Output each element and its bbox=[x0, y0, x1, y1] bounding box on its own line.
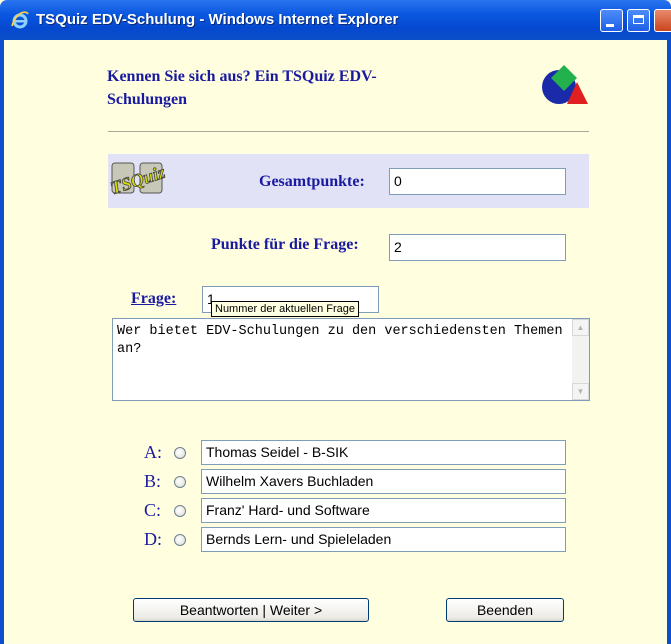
total-points-label: Gesamtpunkte: bbox=[259, 173, 365, 190]
answer-next-button[interactable]: Beantworten | Weiter > bbox=[133, 598, 369, 622]
answer-c-radio[interactable] bbox=[174, 505, 186, 517]
window-title: TSQuiz EDV-Schulung - Windows Internet E… bbox=[36, 11, 399, 28]
answer-d-letter: D: bbox=[144, 529, 162, 549]
answer-a-field[interactable]: Thomas Seidel - B-SIK bbox=[201, 440, 566, 465]
answer-c-field[interactable]: Franz' Hard- und Software bbox=[201, 498, 566, 523]
answer-c-letter: C: bbox=[144, 500, 162, 520]
title-bar[interactable]: TSQuiz EDV-Schulung - Windows Internet E… bbox=[0, 0, 671, 40]
answer-b-field[interactable]: Wilhelm Xavers Buchladen bbox=[201, 469, 566, 494]
shapes-logo-icon bbox=[542, 65, 588, 104]
answer-a-letter: A: bbox=[144, 442, 162, 462]
question-textarea[interactable]: Wer bietet EDV-Schulungen zu den verschi… bbox=[112, 318, 590, 401]
answer-b-radio[interactable] bbox=[174, 476, 186, 488]
window-frame-right bbox=[667, 40, 671, 644]
scroll-up-icon[interactable]: ▲ bbox=[572, 319, 589, 336]
total-points-field[interactable]: 0 bbox=[389, 168, 566, 195]
page-heading: Kennen Sie sich aus? Ein TSQuiz EDV-Schu… bbox=[107, 68, 377, 108]
answer-d-field[interactable]: Bernds Lern- und Spieleladen bbox=[201, 527, 566, 552]
question-number-label[interactable]: Frage: bbox=[131, 290, 176, 308]
question-number-tooltip: Nummer der aktuellen Frage bbox=[211, 301, 360, 317]
answer-b-letter: B: bbox=[144, 471, 162, 491]
answer-a-radio[interactable] bbox=[174, 447, 186, 459]
question-points-field[interactable]: 2 bbox=[389, 234, 566, 261]
scroll-down-icon[interactable]: ▼ bbox=[572, 383, 589, 400]
question-text: Wer bietet EDV-Schulungen zu den verschi… bbox=[117, 324, 571, 357]
close-icon[interactable] bbox=[654, 9, 671, 32]
answer-d-radio[interactable] bbox=[174, 534, 186, 546]
minimize-icon[interactable] bbox=[600, 9, 623, 32]
header-divider bbox=[108, 131, 589, 132]
internet-explorer-icon bbox=[11, 11, 29, 29]
tsquiz-logo: TSQuiz bbox=[110, 161, 166, 197]
maximize-icon[interactable] bbox=[627, 9, 650, 32]
question-points-label: Punkte für die Frage: bbox=[211, 236, 359, 253]
quit-button[interactable]: Beenden bbox=[446, 598, 564, 622]
question-scrollbar[interactable]: ▲ ▼ bbox=[572, 319, 589, 400]
window-frame-left bbox=[0, 40, 4, 644]
